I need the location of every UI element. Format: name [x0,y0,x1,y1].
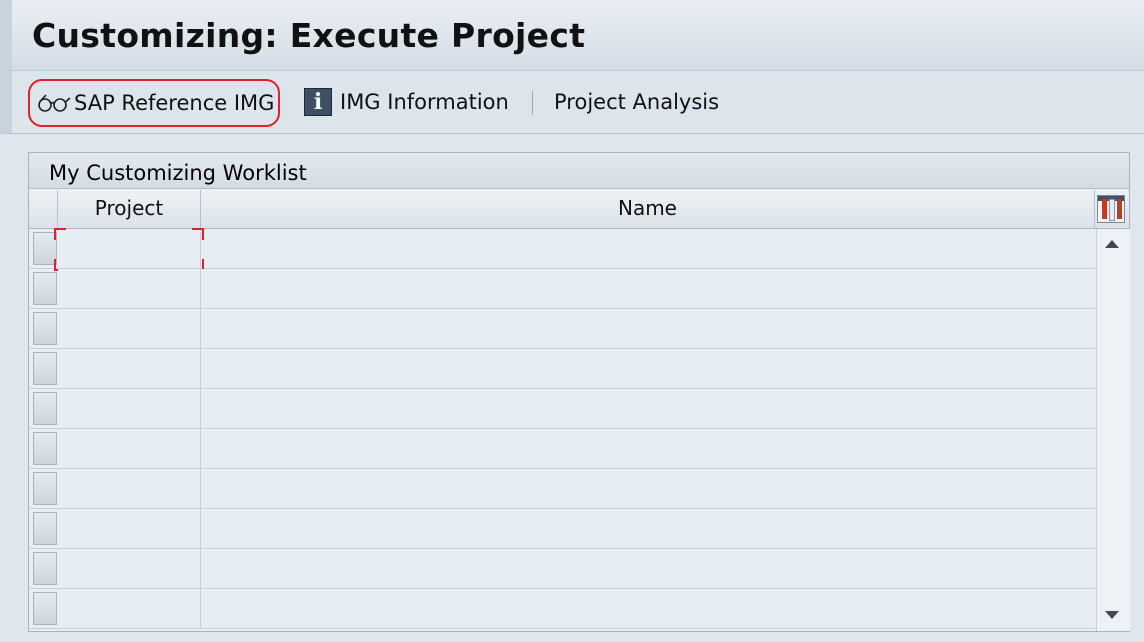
row-selector[interactable] [33,272,57,305]
project-cell[interactable] [58,349,201,388]
glasses-icon [38,94,71,112]
project-cell[interactable] [58,549,201,588]
name-cell[interactable] [201,469,1095,508]
project-cell[interactable] [58,229,201,268]
table-row [29,228,1095,271]
application-toolbar: SAP Reference IMG i IMG Information Proj… [0,70,1144,134]
sap-reference-img-button[interactable]: SAP Reference IMG [28,79,281,127]
row-selector[interactable] [33,392,57,425]
column-header-name[interactable]: Name [201,190,1095,228]
sap-reference-img-label: SAP Reference IMG [74,91,275,115]
info-icon: i [304,88,332,116]
project-analysis-button[interactable]: Project Analysis [554,85,719,119]
row-selector[interactable] [33,512,57,545]
worklist-title: My Customizing Worklist [29,153,1129,189]
vertical-scrollbar[interactable] [1096,229,1130,631]
row-selector[interactable] [33,552,57,585]
row-selector[interactable] [33,352,57,385]
name-cell[interactable] [201,509,1095,548]
scroll-down-arrow-icon[interactable] [1105,611,1119,619]
name-cell[interactable] [201,229,1095,268]
project-cell[interactable] [58,589,201,628]
table-header: Project Name [29,190,1129,229]
project-cell[interactable] [58,469,201,508]
name-cell[interactable] [201,589,1095,628]
table-row [29,349,1095,389]
name-cell[interactable] [201,309,1095,348]
toolbar-separator [532,91,533,115]
name-cell[interactable] [201,349,1095,388]
page-title: Customizing: Execute Project [32,16,586,55]
customizing-worklist-panel: My Customizing Worklist Project Name [28,152,1130,632]
row-selector[interactable] [33,232,57,265]
row-selector[interactable] [33,472,57,505]
project-analysis-label: Project Analysis [554,90,720,114]
table-row [29,589,1095,629]
project-cell[interactable] [58,309,201,348]
project-cell[interactable] [58,429,201,468]
name-cell[interactable] [201,269,1095,308]
title-bar: Customizing: Execute Project [0,0,1144,70]
img-information-button[interactable]: i IMG Information [304,85,509,119]
table-row [29,549,1095,589]
scroll-up-arrow-icon[interactable] [1105,240,1119,248]
row-selector[interactable] [33,432,57,465]
select-all-header[interactable] [29,190,58,228]
name-cell[interactable] [201,429,1095,468]
table-row [29,429,1095,469]
name-cell[interactable] [201,389,1095,428]
name-cell[interactable] [201,549,1095,588]
table-row [29,389,1095,429]
img-information-label: IMG Information [340,90,509,114]
row-selector[interactable] [33,592,57,625]
column-header-project[interactable]: Project [58,190,201,228]
project-cell[interactable] [58,509,201,548]
table-row [29,469,1095,509]
table-row [29,309,1095,349]
project-cell[interactable] [58,389,201,428]
table-body [29,228,1095,629]
table-row [29,509,1095,549]
table-row [29,269,1095,309]
row-selector[interactable] [33,312,57,345]
table-layout-button[interactable] [1097,195,1125,223]
project-cell[interactable] [58,269,201,308]
